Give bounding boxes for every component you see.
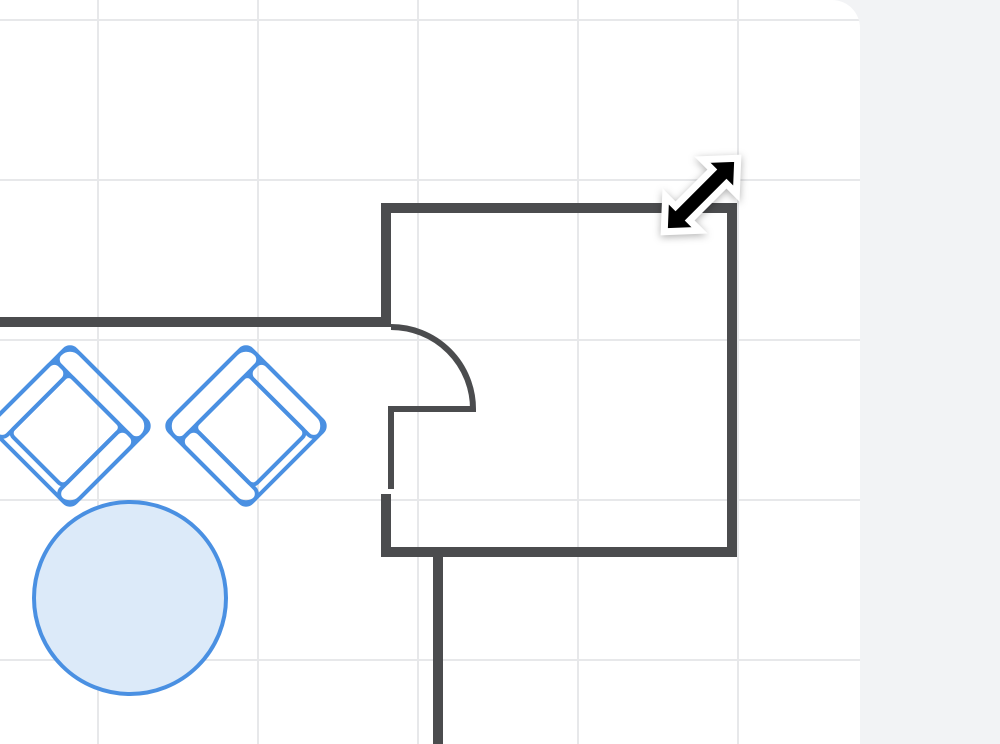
round-table-furniture[interactable] <box>34 502 226 694</box>
floor-plan-canvas[interactable] <box>0 0 860 744</box>
chair-furniture[interactable] <box>0 344 152 508</box>
resize-diagonal-cursor <box>631 125 771 265</box>
furniture-layer[interactable] <box>0 0 860 744</box>
chair-furniture[interactable] <box>164 344 328 508</box>
